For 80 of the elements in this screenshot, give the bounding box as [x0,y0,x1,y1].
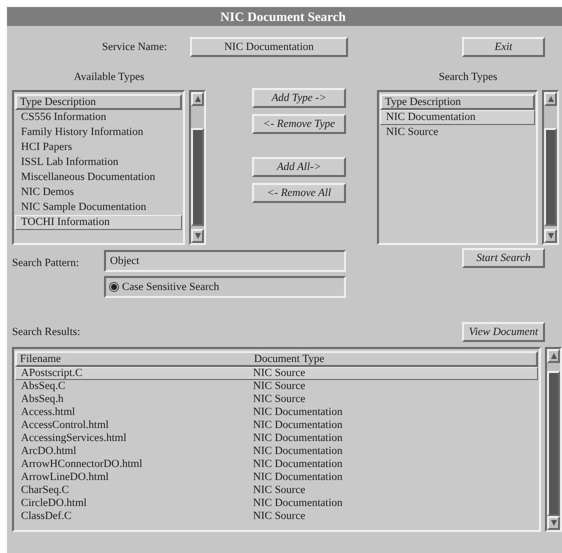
list-item[interactable]: HCI Papers [15,140,182,154]
scroll-bar[interactable] [189,90,206,244]
search-pattern-field[interactable]: Object [104,250,346,272]
scroll-bar[interactable] [545,347,562,532]
list-item[interactable]: NIC Source [380,124,535,140]
list-item[interactable]: NIC Sample Documentation [15,200,182,214]
list-item[interactable]: NIC Documentation [380,110,535,124]
list-item[interactable]: Family History Information [15,124,182,140]
radio-icon[interactable] [109,282,119,292]
table-cell: NIC Documentation [253,498,343,509]
push-button[interactable]: <- Remove Type [252,114,346,134]
scroll-down-icon[interactable] [191,228,204,242]
column-header: Filename [20,353,62,365]
table-cell: NIC Source [253,485,306,496]
table-row[interactable]: CharSeq.C NIC Source [15,484,538,497]
table-cell-text: AccessingServices.html [21,433,128,444]
table-cell-text: CharSeq.C [21,485,70,496]
table-row[interactable]: AbsSeq.C NIC Source [15,380,538,393]
service-button[interactable]: NIC Documentation [190,37,348,57]
table-cell-text: ArrowHConnectorDO.html [21,459,144,470]
scroll-up-icon[interactable] [544,92,557,106]
table-row[interactable]: ArrowLineDO.html NIC Documentation [15,471,538,484]
section-label: Search Results: [12,324,82,340]
table-cell-text: ClassDef.C [21,511,72,522]
scroll-bar[interactable] [542,90,559,244]
column-header: Document Type [254,353,324,365]
table-row[interactable]: AbsSeq.h NIC Source [15,393,538,406]
table-cell-text: AbsSeq.C [21,381,66,392]
field-label: Search Pattern: [12,256,80,271]
list-item[interactable]: NIC Demos [15,184,182,200]
table-cell: NIC Documentation [253,407,343,418]
list-item[interactable]: CS556 Information [15,110,182,124]
table-cell: NIC Source [253,511,306,522]
table-cell: NIC Source [253,368,306,379]
table-cell-text: CircleDO.html [21,498,88,509]
view-document-button[interactable]: View Document [462,322,545,342]
table-cell-text: ArcDO.html [21,446,78,457]
scroll-thumb[interactable] [544,128,557,226]
table-cell: NIC Source [253,394,306,405]
window-title: NIC Document Search [7,7,562,26]
scroll-down-icon[interactable] [547,516,560,530]
push-button[interactable]: <- Remove All [252,183,346,203]
scroll-thumb[interactable] [191,128,204,226]
table-cell-text: AccessControl.html [21,420,110,431]
scroll-up-icon[interactable] [191,92,204,106]
scroll-down-icon[interactable] [544,228,557,242]
table-cell: NIC Documentation [253,420,343,431]
table-cell-text: APostscript.C [21,368,84,379]
list-title: Available Types [72,70,146,85]
list-header: Type Description [15,94,182,110]
list-item[interactable]: Miscellaneous Documentation [15,170,182,184]
table-row[interactable]: APostscript.C NIC Source [15,367,538,380]
table-cell: NIC Source [253,381,306,392]
push-button[interactable]: Add Type -> [252,88,346,108]
table-cell-text: AbsSeq.h [21,394,64,405]
table-cell: NIC Documentation [253,446,343,457]
list-item[interactable]: TOCHI Information [15,214,182,230]
table-cell: NIC Documentation [253,433,343,444]
checkbox-row[interactable]: Case Sensitive Search [104,276,346,298]
table-row[interactable]: AccessingServices.html NIC Documentation [15,432,538,445]
scroll-thumb[interactable] [547,371,560,516]
table-cell: NIC Documentation [253,472,343,483]
checkbox-label: Case Sensitive Search [122,280,220,295]
list-header: Type Description [380,94,535,110]
table-row[interactable]: AccessControl.html NIC Documentation [15,419,538,432]
start-search-button[interactable]: Start Search [462,248,545,268]
list-title: Search Types [438,70,498,85]
table-cell-text: Access.html [21,407,76,418]
list-item[interactable]: ISSL Lab Information [15,154,182,170]
field-label: Service Name: [102,40,168,55]
table-cell-text: ArrowLineDO.html [21,472,110,483]
table-row[interactable]: Access.html NIC Documentation [15,406,538,419]
exit-button[interactable]: Exit [462,37,545,57]
table-row[interactable]: CircleDO.html NIC Documentation [15,497,538,510]
table-row[interactable]: ArcDO.html NIC Documentation [15,445,538,458]
push-button[interactable]: Add All-> [252,157,346,177]
table-cell: NIC Documentation [253,459,343,470]
scroll-up-icon[interactable] [547,349,560,363]
table-row[interactable]: ArrowHConnectorDO.html NIC Documentation [15,458,538,471]
table-row[interactable]: ClassDef.C NIC Source [15,510,538,523]
